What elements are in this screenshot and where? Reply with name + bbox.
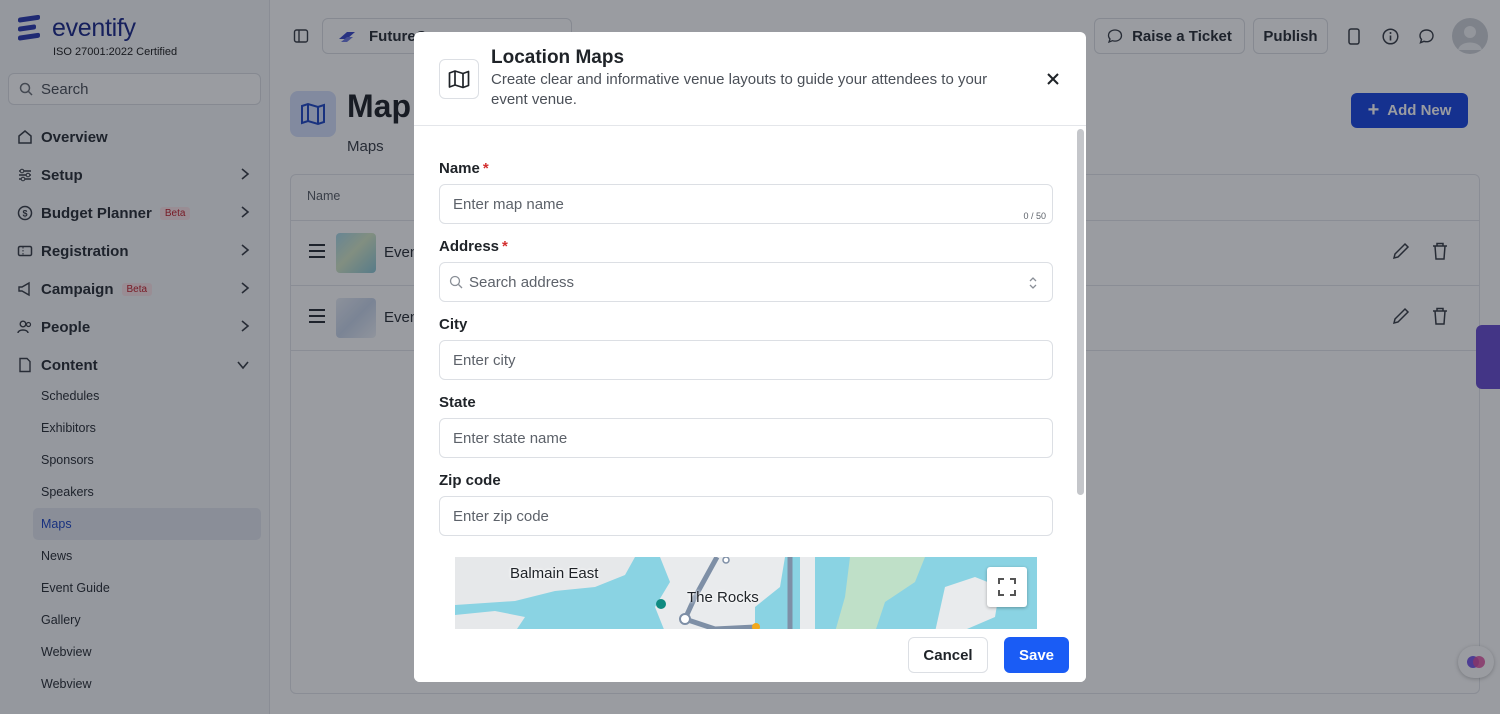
state-input[interactable]: Enter state name bbox=[439, 418, 1053, 458]
name-label: Name * bbox=[439, 160, 489, 177]
map-label-the-rocks: The Rocks bbox=[687, 589, 759, 606]
city-placeholder: Enter city bbox=[453, 351, 516, 369]
dialog-description: Create clear and informative venue layou… bbox=[491, 71, 988, 108]
dialog-scrollbar[interactable] bbox=[1077, 129, 1084, 495]
dialog-title: Location Maps bbox=[491, 47, 625, 68]
city-label: City bbox=[439, 316, 468, 333]
required-marker: * bbox=[502, 238, 508, 255]
name-label-text: Name bbox=[439, 160, 480, 177]
dialog-header: Location Maps Create clear and informati… bbox=[414, 32, 1086, 126]
address-placeholder: Search address bbox=[469, 273, 575, 291]
save-button[interactable]: Save bbox=[1004, 637, 1069, 673]
zip-code-placeholder: Enter zip code bbox=[453, 507, 549, 525]
map-name-placeholder: Enter map name bbox=[453, 195, 564, 213]
address-label-text: Address bbox=[439, 238, 500, 255]
dialog-footer: Cancel Save bbox=[414, 629, 1086, 682]
zip-code-input[interactable]: Enter zip code bbox=[439, 496, 1053, 536]
map-icon bbox=[439, 59, 479, 99]
chevron-updown-icon bbox=[1029, 277, 1037, 289]
address-label: Address * bbox=[439, 238, 508, 255]
location-maps-dialog: Location Maps Create clear and informati… bbox=[414, 32, 1086, 682]
zip-code-label: Zip code bbox=[439, 472, 501, 489]
cancel-button[interactable]: Cancel bbox=[908, 637, 988, 673]
city-input[interactable]: Enter city bbox=[439, 340, 1053, 380]
state-placeholder: Enter state name bbox=[453, 429, 568, 447]
location-map[interactable]: Balmain East The Rocks bbox=[455, 557, 1037, 629]
character-counter: 0 / 50 bbox=[1023, 211, 1046, 221]
close-icon[interactable] bbox=[1044, 70, 1062, 88]
state-label: State bbox=[439, 394, 476, 411]
search-icon bbox=[449, 275, 463, 289]
fullscreen-icon[interactable] bbox=[987, 567, 1027, 607]
address-search-input[interactable]: Search address bbox=[439, 262, 1053, 302]
required-marker: * bbox=[482, 160, 489, 177]
dialog-body: Name * Enter map name 0 / 50 Address * Sea… bbox=[414, 127, 1086, 629]
map-label-balmain-east: Balmain East bbox=[510, 565, 599, 582]
map-name-input[interactable]: Enter map name 0 / 50 bbox=[439, 184, 1053, 224]
